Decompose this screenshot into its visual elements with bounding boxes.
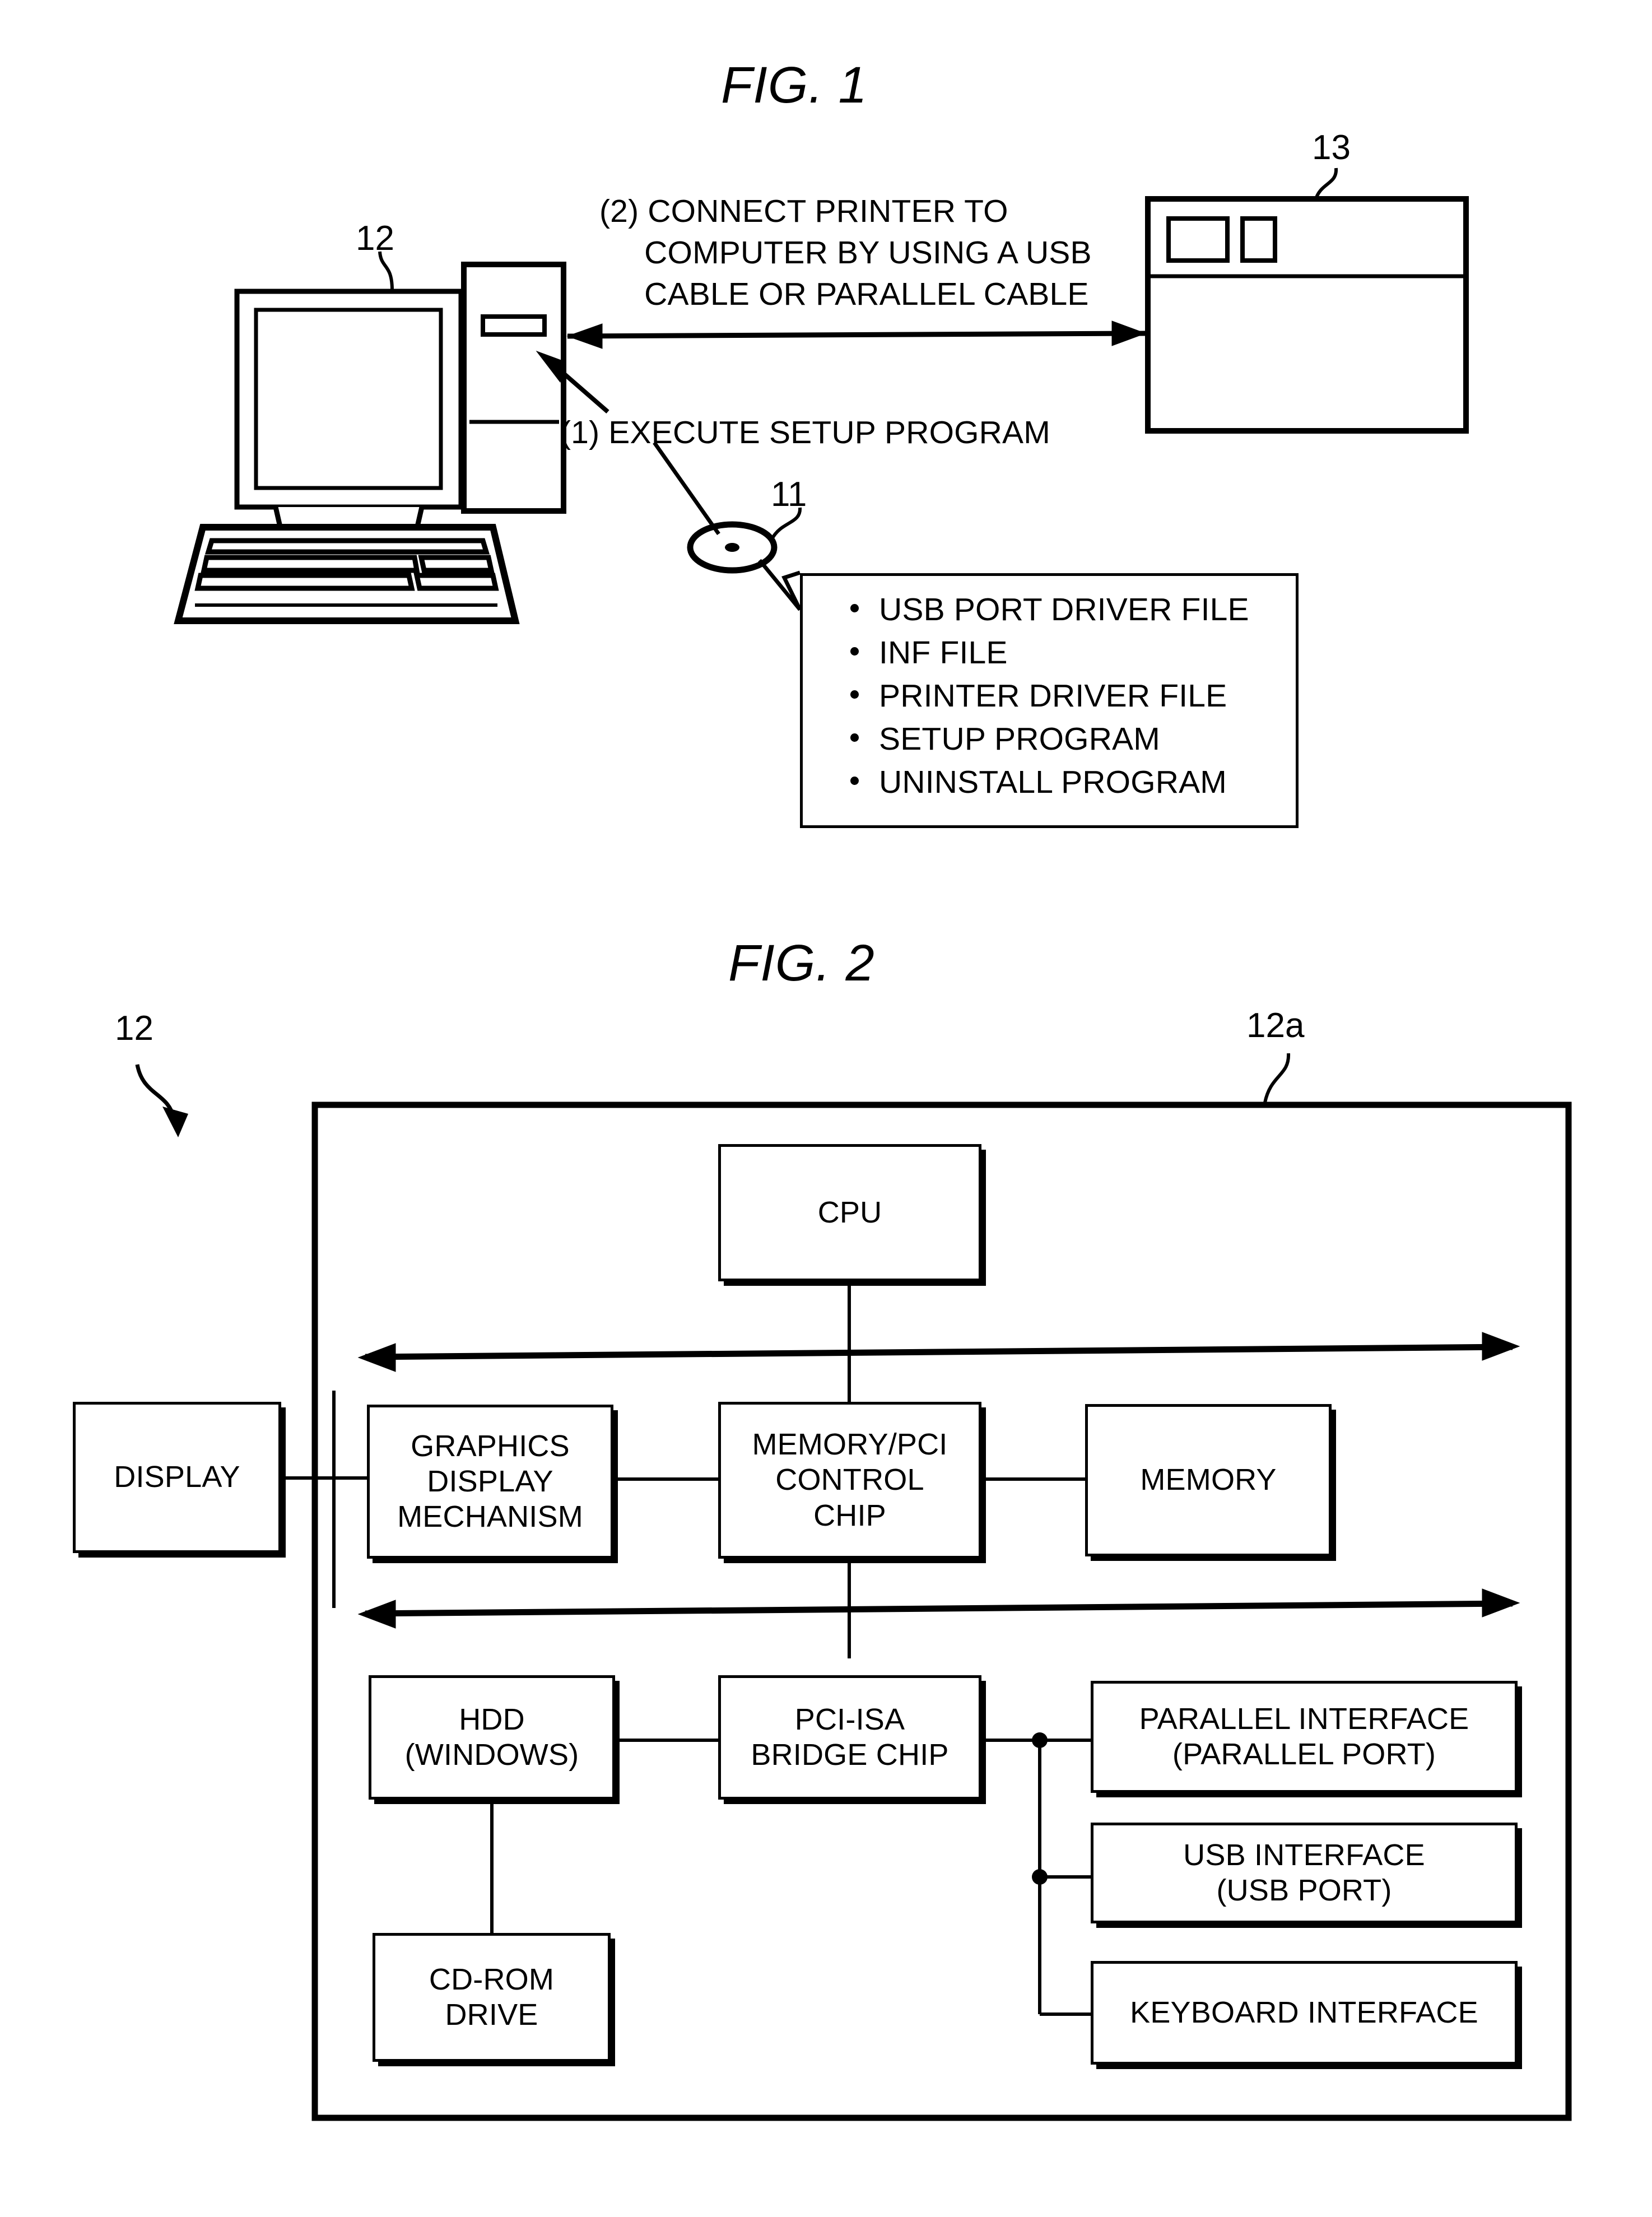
- block-memory-pci-control-chip: MEMORY/PCI CONTROL CHIP: [718, 1402, 981, 1559]
- crt-monitor-illustration: [234, 289, 464, 559]
- block-parallel-interface: PARALLEL INTERFACE (PARALLEL PORT): [1091, 1681, 1518, 1793]
- bullet-dot-icon: [850, 604, 859, 612]
- reference-numeral-12a: 12a: [1246, 1006, 1305, 1045]
- bridge-io-bus: [981, 1739, 1091, 2016]
- connection-arrow-computer-printer: [566, 320, 1147, 349]
- block-memory: MEMORY: [1085, 1404, 1332, 1556]
- cd-to-contents-connector: [758, 559, 802, 611]
- bullet-dot-icon: [850, 690, 859, 699]
- reference-numeral-13: 13: [1312, 128, 1351, 167]
- junction-dot-usb: [1032, 1869, 1048, 1885]
- execute-setup-arrow: [536, 350, 609, 414]
- figure-1-title: FIG. 1: [721, 57, 868, 114]
- reference-numeral-12-fig2: 12: [115, 1009, 153, 1048]
- list-item: UNINSTALL PROGRAM: [850, 764, 1310, 807]
- callout-execute-setup-program: (1) EXECUTE SETUP PROGRAM: [560, 415, 1050, 450]
- leader-line-execute-to-cd: [653, 441, 720, 536]
- cd-rom-disc-illustration: [687, 521, 778, 574]
- bottom-pci-bus: [357, 1588, 1520, 1629]
- keyboard-illustration: [174, 524, 520, 624]
- reference-numeral-12-fig1: 12: [356, 219, 394, 258]
- block-usb-interface: USB INTERFACE (USB PORT): [1091, 1823, 1518, 1923]
- callout-connect-printer: (2) CONNECT PRINTER TO COMPUTER BY USING…: [599, 193, 1092, 313]
- block-cd-rom-drive: CD-ROM DRIVE: [373, 1933, 611, 2062]
- block-keyboard-interface: KEYBOARD INTERFACE: [1091, 1961, 1518, 2065]
- list-item: INF FILE: [850, 634, 1310, 677]
- list-item: PRINTER DRIVER FILE: [850, 677, 1310, 721]
- block-pci-isa-bridge-chip: PCI-ISA BRIDGE CHIP: [718, 1675, 981, 1800]
- printer-illustration: [1145, 196, 1469, 434]
- list-item: SETUP PROGRAM: [850, 721, 1310, 764]
- patent-drawing-sheet: FIG. 1 12 13 11 (2) CONNECT PRINTER TO C…: [0, 0, 1652, 2217]
- bullet-dot-icon: [850, 733, 859, 742]
- block-display: DISPLAY: [73, 1402, 281, 1553]
- figure-2-title: FIG. 2: [728, 935, 875, 992]
- cd-content-label: PRINTER DRIVER FILE: [879, 678, 1227, 714]
- cd-content-label: USB PORT DRIVER FILE: [879, 592, 1249, 628]
- leader-line-printer-13: [1314, 168, 1338, 201]
- bullet-dot-icon: [850, 647, 859, 656]
- leader-arrow-computer-12-fig2: [135, 1064, 188, 1137]
- list-item: USB PORT DRIVER FILE: [850, 591, 1310, 634]
- cd-content-label: SETUP PROGRAM: [879, 721, 1160, 757]
- block-cpu: CPU: [718, 1144, 981, 1281]
- cd-contents-list: USB PORT DRIVER FILE INF FILE PRINTER DR…: [850, 591, 1310, 807]
- junction-dot-parallel: [1032, 1732, 1048, 1748]
- leader-line-main-unit-12a: [1263, 1053, 1291, 1103]
- cd-content-label: INF FILE: [879, 635, 1008, 671]
- block-graphics-display-mechanism: GRAPHICS DISPLAY MECHANISM: [367, 1405, 613, 1559]
- reference-numeral-11: 11: [771, 475, 807, 514]
- top-system-bus: [357, 1332, 1520, 1372]
- cd-content-label: UNINSTALL PROGRAM: [879, 764, 1227, 800]
- computer-tower-illustration: [461, 262, 566, 514]
- bullet-dot-icon: [850, 777, 859, 785]
- block-hdd-windows: HDD (WINDOWS): [369, 1675, 615, 1800]
